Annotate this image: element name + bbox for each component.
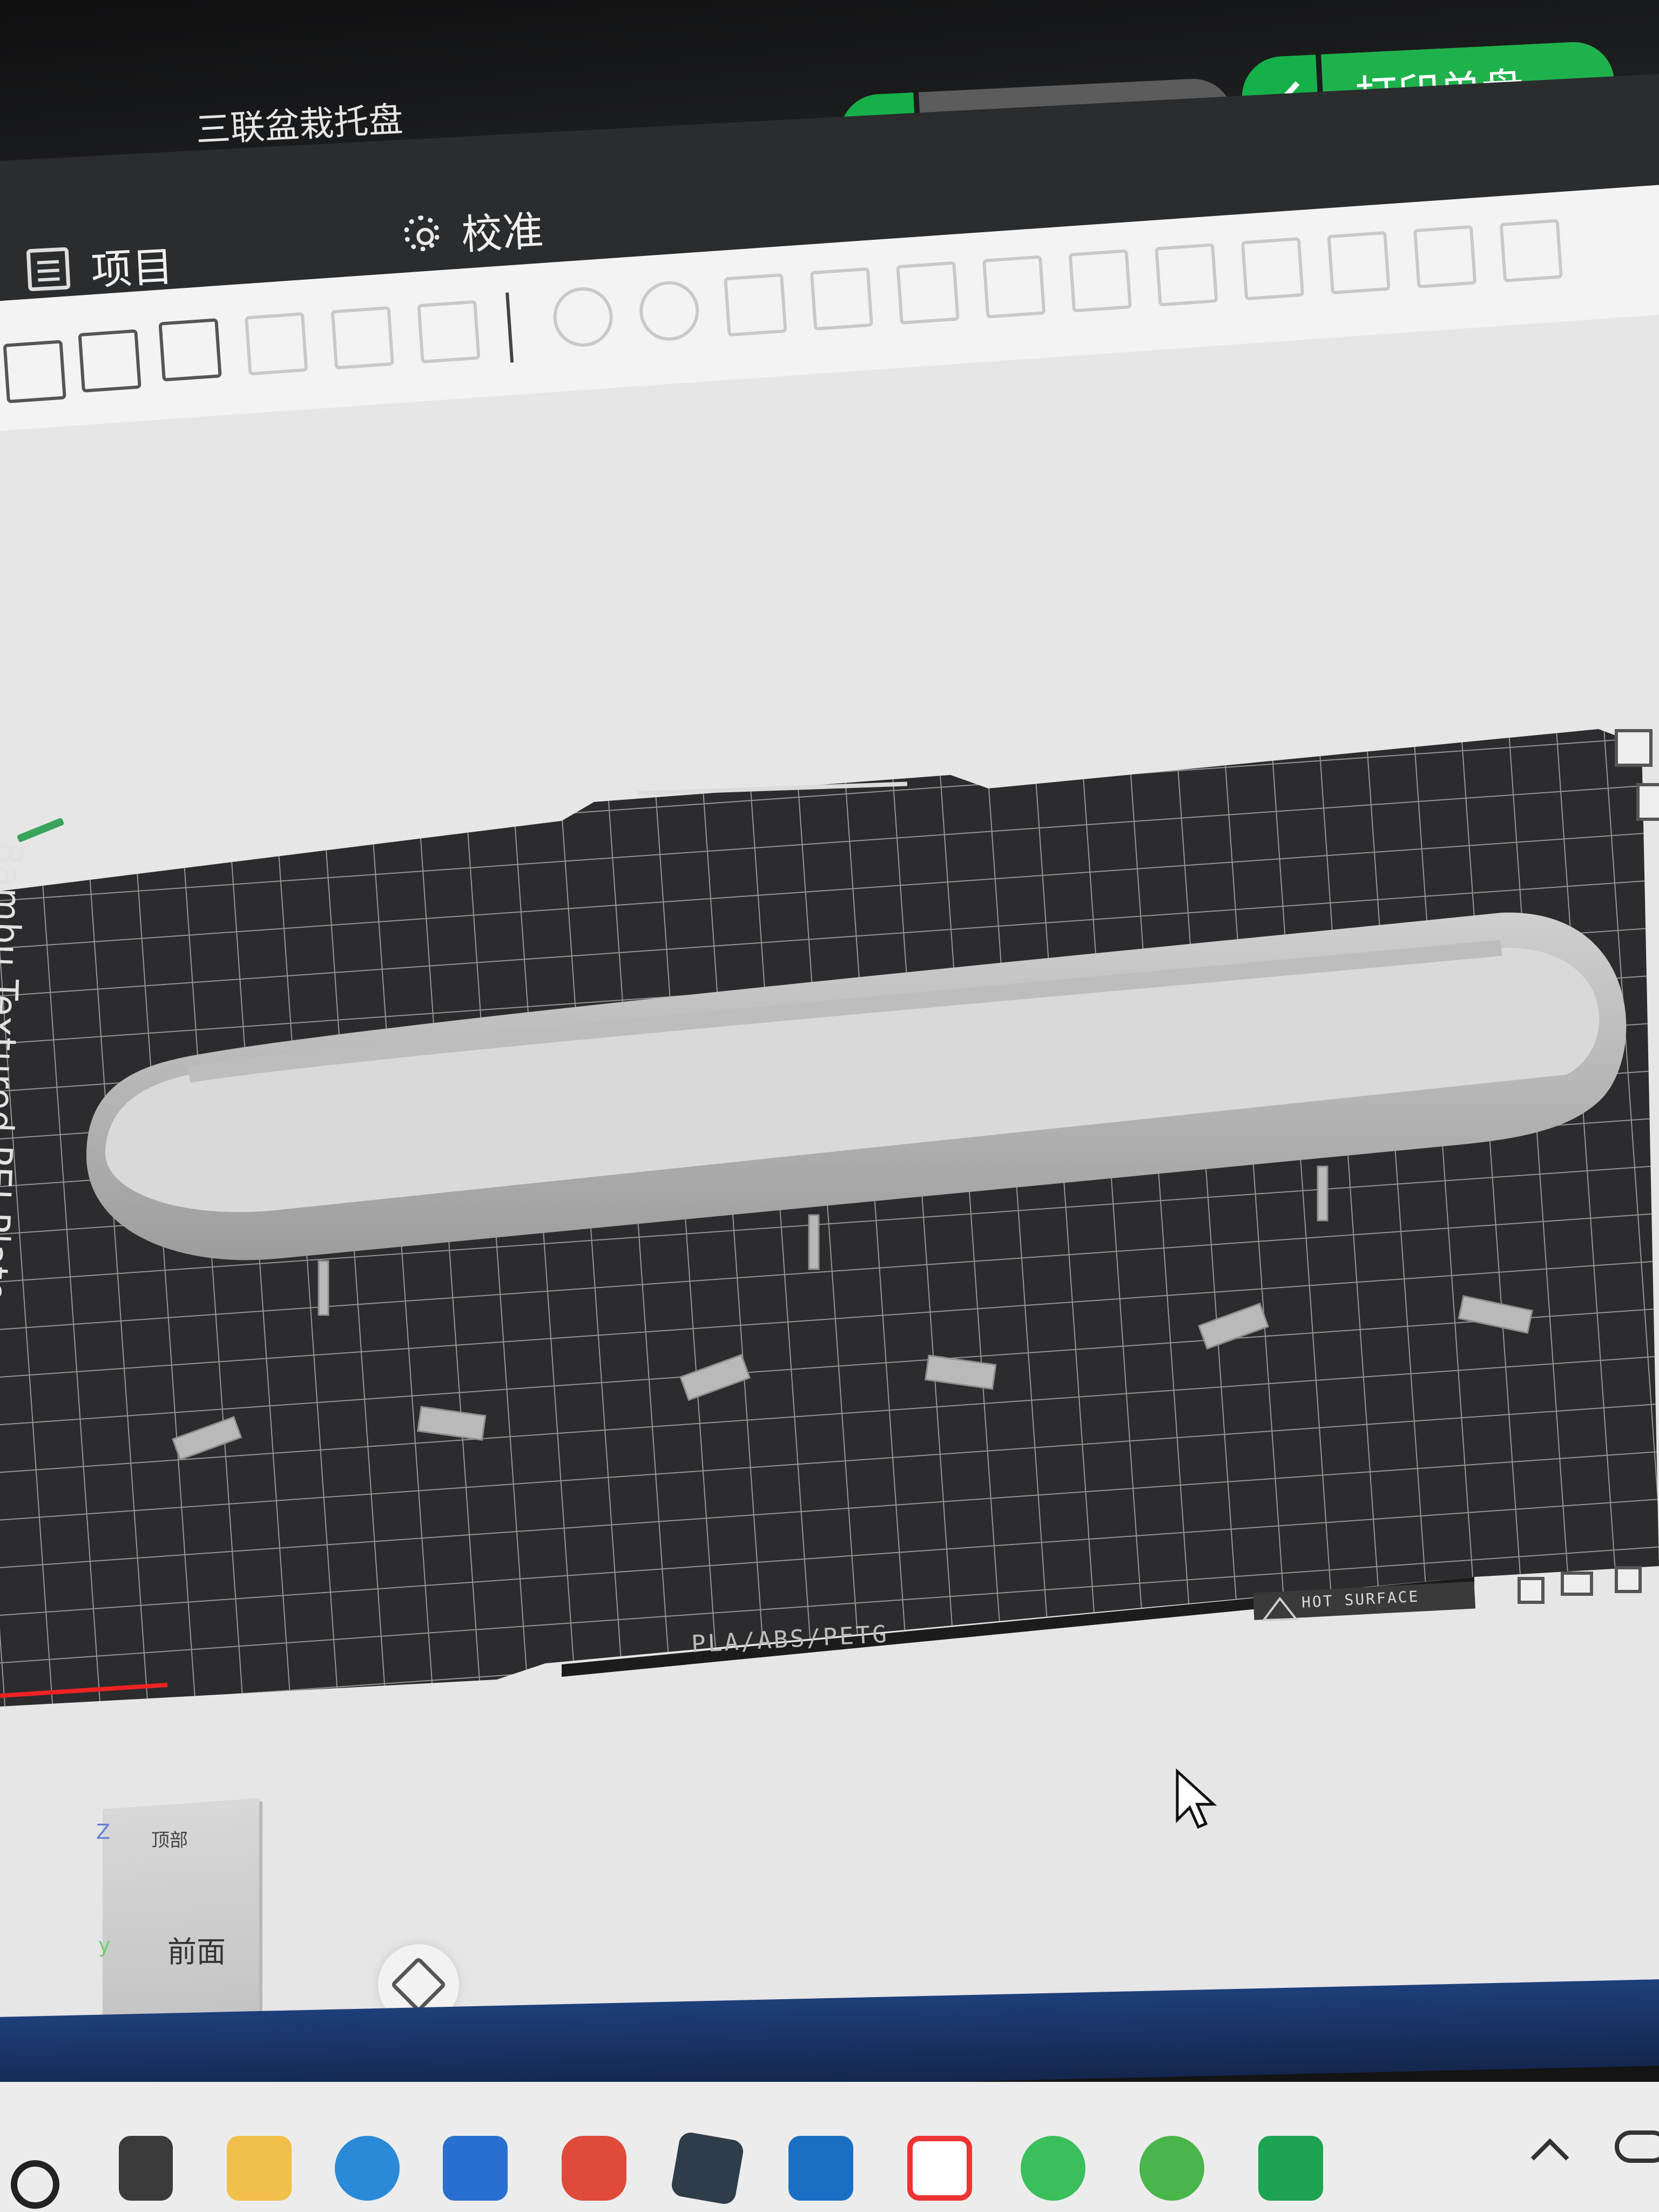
cube-icon <box>390 1956 447 2013</box>
lay-on-face-icon[interactable] <box>810 267 874 331</box>
plate-more-icon[interactable] <box>1615 1566 1642 1593</box>
ie-icon[interactable] <box>1139 2136 1204 2201</box>
auto-orient-icon[interactable] <box>78 329 141 393</box>
cut-icon[interactable] <box>896 261 960 325</box>
plate-settings-icon[interactable] <box>1561 1572 1593 1596</box>
file-explorer-icon[interactable] <box>227 2136 292 2201</box>
paste-icon[interactable] <box>331 306 395 370</box>
arrange-icon[interactable] <box>158 318 222 382</box>
tab-calibration-label: 校准 <box>460 206 545 259</box>
taskbar <box>0 2082 1659 2212</box>
seam-paint-icon[interactable] <box>1068 249 1132 313</box>
plate-arrange-icon[interactable] <box>1518 1577 1545 1604</box>
store-icon[interactable] <box>443 2136 508 2201</box>
plate-select-icon[interactable] <box>1615 729 1653 767</box>
text-icon[interactable] <box>1240 237 1305 301</box>
add-plate-icon[interactable] <box>3 340 66 403</box>
view-front-label[interactable]: 前面 <box>167 1928 226 1971</box>
scale-icon[interactable] <box>724 273 787 337</box>
wps-icon[interactable] <box>907 2136 972 2201</box>
search-icon[interactable] <box>11 2160 59 2209</box>
measure-icon[interactable] <box>1413 225 1477 289</box>
move-icon[interactable] <box>551 285 615 349</box>
view-top-label[interactable]: 顶部 <box>151 1825 188 1852</box>
axis-y-label: y <box>98 1933 111 1957</box>
build-plate <box>0 729 1659 1707</box>
layers-icon[interactable] <box>417 300 481 364</box>
office-icon[interactable] <box>562 2136 626 2201</box>
chevron-up-icon[interactable] <box>1530 2138 1569 2177</box>
gear-icon <box>403 214 441 252</box>
task-view-icon[interactable] <box>119 2136 173 2201</box>
variable-layer-icon[interactable] <box>1155 243 1218 307</box>
color-paint-icon[interactable] <box>1327 231 1391 295</box>
assembly-icon[interactable] <box>1499 219 1563 282</box>
edge-icon[interactable] <box>335 2136 400 2201</box>
mouse-cursor-icon <box>1176 1769 1217 1829</box>
list-icon <box>26 247 71 292</box>
bambu-studio-icon[interactable] <box>670 2130 745 2206</box>
3d-viewport[interactable]: Bambu Textured PEI Plate PLA/ABS/PETG HO… <box>0 281 1659 2063</box>
rotate-icon[interactable] <box>637 279 701 343</box>
axis-z-label: Z <box>96 1820 111 1844</box>
app-icon[interactable] <box>1258 2136 1323 2201</box>
toolbar-divider <box>505 292 514 363</box>
copy-icon[interactable] <box>244 312 308 376</box>
tab-project-label: 项目 <box>90 242 174 295</box>
outlook-icon[interactable] <box>788 2136 853 2201</box>
support-paint-icon[interactable] <box>982 255 1046 319</box>
cloud-icon[interactable] <box>1615 2130 1659 2163</box>
wechat-icon[interactable] <box>1021 2136 1085 2201</box>
plate-lock-icon[interactable] <box>1636 783 1659 821</box>
tab-calibration[interactable]: 校准 <box>402 198 544 264</box>
